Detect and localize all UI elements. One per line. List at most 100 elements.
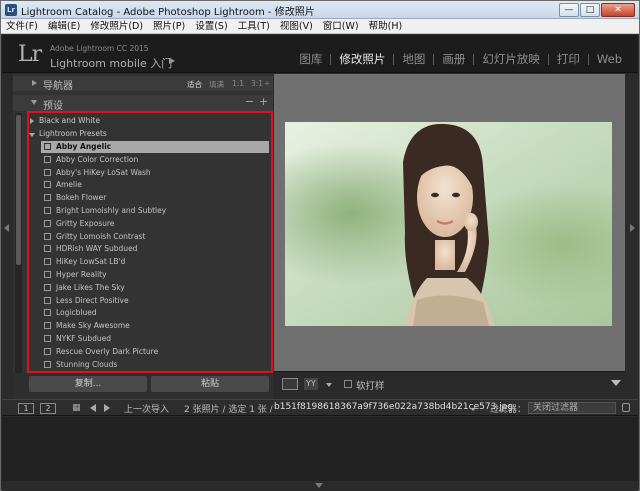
- menu-photo[interactable]: 照片(P): [148, 19, 190, 33]
- module-book[interactable]: 画册: [434, 51, 473, 67]
- filter-select[interactable]: 关闭过滤器: [528, 402, 616, 414]
- preset-item-label: Abby Color Correction: [56, 154, 139, 164]
- menu-bar: 文件(F) 编辑(E) 修改照片(D) 照片(P) 设置(S) 工具(T) 视图…: [1, 19, 639, 34]
- loupe-view-icon[interactable]: [282, 378, 298, 390]
- module-print[interactable]: 打印: [549, 51, 588, 67]
- preset-item-label: Logicblued: [56, 308, 97, 318]
- module-library[interactable]: 图库: [291, 51, 330, 67]
- preset-item[interactable]: Hyper Reality: [41, 269, 269, 281]
- back-arrow-icon[interactable]: [90, 404, 96, 412]
- preset-item-label: Gritty Lomoish Contrast: [56, 231, 146, 241]
- navigator-header[interactable]: 导航器 适合 填满 1:1 3:1 ÷: [13, 76, 273, 92]
- preset-item[interactable]: Rescue Overly Dark Picture: [41, 346, 269, 358]
- preset-item-label: Hyper Reality: [56, 270, 107, 279]
- zoom-fit[interactable]: 适合: [187, 79, 202, 90]
- play-arrow-icon[interactable]: ▶: [169, 56, 175, 65]
- preset-item-label: Rescue Overly Dark Picture: [56, 346, 159, 356]
- disclosure-down-icon: [31, 100, 37, 105]
- preset-item[interactable]: Gritty Lomoish Contrast: [41, 231, 269, 243]
- collapsed-folder-icon: [30, 118, 34, 124]
- menu-tools[interactable]: 工具(T): [233, 19, 275, 33]
- preset-item[interactable]: Abby Angelic: [41, 141, 269, 153]
- presets-scrollbar[interactable]: [15, 113, 22, 373]
- preset-item[interactable]: Stunning Clouds: [41, 359, 269, 371]
- preset-item[interactable]: Make Sky Awesome: [41, 320, 269, 332]
- before-after-menu-icon[interactable]: [326, 383, 332, 387]
- selection-count: 2 张照片 / 选定 1 张 /: [184, 405, 273, 415]
- preset-item[interactable]: HDRish WAY Subdued: [41, 243, 269, 255]
- module-map[interactable]: 地图: [394, 51, 433, 67]
- filmstrip-toggle[interactable]: [2, 481, 638, 491]
- zoom-fill[interactable]: 填满: [209, 79, 224, 90]
- menu-window[interactable]: 窗口(W): [318, 19, 364, 33]
- module-develop[interactable]: 修改照片: [331, 51, 393, 67]
- filmstrip: [2, 417, 638, 481]
- close-button[interactable]: ✕: [601, 3, 635, 17]
- left-panel-toggle[interactable]: [2, 74, 13, 399]
- preset-item-label: HDRish WAY Subdued: [56, 244, 138, 254]
- presets-list: Black and White Lightroom Presets Abby A…: [27, 114, 269, 371]
- lock-icon[interactable]: [622, 403, 630, 412]
- preset-item[interactable]: Amelie: [41, 179, 269, 191]
- preset-item[interactable]: Bokeh Flower: [41, 192, 269, 204]
- zoom-1-1[interactable]: 1:1: [232, 79, 244, 88]
- preset-item[interactable]: Abby's HiKey LoSat Wash: [41, 167, 269, 179]
- menu-file[interactable]: 文件(F): [1, 19, 43, 33]
- add-preset-button[interactable]: +: [259, 95, 268, 108]
- grid-view-icon[interactable]: ▦: [72, 403, 81, 413]
- menu-settings[interactable]: 设置(S): [190, 19, 232, 33]
- menu-edit[interactable]: 编辑(E): [43, 19, 85, 33]
- menu-view[interactable]: 视图(V): [275, 19, 318, 33]
- preset-item[interactable]: NYKF Subdued: [41, 333, 269, 345]
- preset-group-lightroom-presets[interactable]: Lightroom Presets: [27, 128, 267, 141]
- maximize-button[interactable]: □: [580, 3, 600, 17]
- preset-icon: [44, 258, 51, 266]
- preset-item[interactable]: Logicblued: [41, 307, 269, 319]
- menu-help[interactable]: 帮助(H): [364, 19, 408, 33]
- before-after-button[interactable]: YY: [304, 378, 318, 390]
- menu-develop[interactable]: 修改照片(D): [85, 19, 148, 33]
- preset-icon: [44, 322, 51, 330]
- primary-window-button[interactable]: 1: [18, 403, 34, 414]
- photo-image[interactable]: [285, 122, 612, 326]
- title-bar: Lr Lightroom Catalog - Adobe Photoshop L…: [1, 1, 639, 19]
- preset-icon: [44, 155, 51, 163]
- right-panel-toggle[interactable]: [625, 74, 639, 399]
- filename-dropdown-icon[interactable]: [470, 408, 476, 411]
- soft-proof-checkbox[interactable]: [344, 380, 352, 388]
- presets-label: 预设: [43, 101, 63, 112]
- preset-item[interactable]: Abby Color Correction: [41, 154, 269, 166]
- forward-arrow-icon[interactable]: [104, 404, 110, 412]
- zoom-3-1[interactable]: 3:1: [251, 79, 263, 88]
- minimize-button[interactable]: —: [559, 3, 579, 17]
- preset-icon: [44, 245, 51, 253]
- preset-item[interactable]: HiKey LowSat LB'd: [41, 256, 269, 268]
- preset-item[interactable]: Jake Likes The Sky: [41, 282, 269, 294]
- zoom-menu-arrow[interactable]: ÷: [264, 79, 270, 88]
- disclosure-right-icon: [32, 80, 37, 86]
- module-web[interactable]: Web: [589, 52, 630, 66]
- preset-item-label: Less Direct Positive: [56, 295, 129, 305]
- preset-group-black-and-white[interactable]: Black and White: [27, 115, 267, 128]
- scrollbar-thumb[interactable]: [16, 115, 21, 265]
- copy-settings-button[interactable]: 复制...: [29, 376, 147, 392]
- preset-icon: [44, 360, 51, 368]
- toolbar-options-icon[interactable]: [611, 380, 621, 386]
- preset-item[interactable]: Gritty Exposure: [41, 218, 269, 230]
- preset-icon: [44, 194, 51, 202]
- remove-preset-button[interactable]: −: [245, 95, 254, 108]
- preset-icon: [44, 219, 51, 227]
- preset-item[interactable]: Bright Lomoishly and Subtley: [41, 205, 269, 217]
- presets-header[interactable]: 预设 − +: [13, 95, 273, 112]
- preset-item[interactable]: Less Direct Positive: [41, 295, 269, 307]
- expanded-folder-icon: [29, 133, 35, 137]
- paste-settings-button[interactable]: 粘贴: [151, 376, 269, 392]
- filmstrip-header: 1 2 ▦ 上一次导入 2 张照片 / 选定 1 张 / b151f819861…: [2, 399, 638, 416]
- source-label[interactable]: 上一次导入: [124, 402, 169, 415]
- mobile-getting-started-link[interactable]: Lightroom mobile 入门: [50, 55, 172, 71]
- preset-item-label: HiKey LowSat LB'd: [56, 257, 126, 267]
- identity-plate: Lr Adobe Lightroom CC 2015 Lightroom mob…: [2, 35, 638, 73]
- module-slideshow[interactable]: 幻灯片放映: [474, 51, 548, 67]
- secondary-window-button[interactable]: 2: [40, 403, 56, 414]
- preset-item-label: Stunning Clouds: [56, 359, 118, 369]
